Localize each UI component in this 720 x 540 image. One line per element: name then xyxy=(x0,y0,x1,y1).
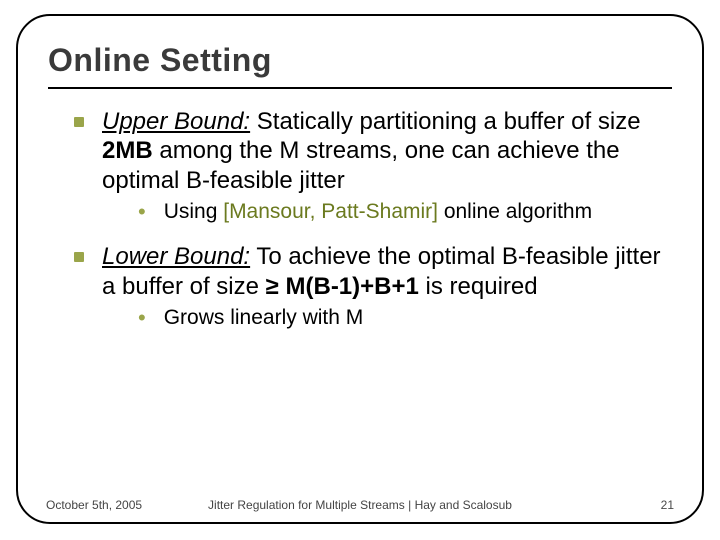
square-bullet-icon xyxy=(74,252,84,262)
slide: Online Setting Upper Bound: Statically p… xyxy=(0,0,720,540)
bullet-text: Upper Bound: Statically partitioning a b… xyxy=(102,107,668,195)
lead-label: Lower Bound: xyxy=(102,243,250,270)
text: is required xyxy=(419,273,538,300)
round-bullet-icon: • xyxy=(138,201,146,223)
subbullet-lower-growth: • Grows linearly with M xyxy=(138,305,668,331)
text: Statically partitioning a buffer of size xyxy=(250,108,640,135)
slide-body: Upper Bound: Statically partitioning a b… xyxy=(48,107,672,331)
bullet-upper-bound: Upper Bound: Statically partitioning a b… xyxy=(74,107,668,195)
text: Using xyxy=(164,200,224,223)
square-bullet-icon xyxy=(74,117,84,127)
citation: [Mansour, Patt-Shamir] xyxy=(223,200,438,223)
lead-label: Upper Bound: xyxy=(102,108,250,135)
slide-title: Online Setting xyxy=(48,42,672,79)
text: among the M streams, one can achieve the… xyxy=(102,137,620,193)
footer-center: Jitter Regulation for Multiple Streams |… xyxy=(46,498,674,512)
bound-expression: ≥ M(B-1)+B+1 xyxy=(266,273,419,300)
subbullet-upper-algo: • Using [Mansour, Patt-Shamir] online al… xyxy=(138,199,668,225)
text: online algorithm xyxy=(438,200,592,223)
subbullet-text: Grows linearly with M xyxy=(164,305,668,331)
title-underline xyxy=(48,87,672,89)
slide-footer: October 5th, 2005 Jitter Regulation for … xyxy=(46,498,674,512)
buffer-size: 2MB xyxy=(102,137,153,164)
bullet-lower-bound: Lower Bound: To achieve the optimal B-fe… xyxy=(74,242,668,301)
slide-frame: Online Setting Upper Bound: Statically p… xyxy=(16,14,704,524)
round-bullet-icon: • xyxy=(138,307,146,329)
bullet-text: Lower Bound: To achieve the optimal B-fe… xyxy=(102,242,668,301)
subbullet-text: Using [Mansour, Patt-Shamir] online algo… xyxy=(164,199,668,225)
